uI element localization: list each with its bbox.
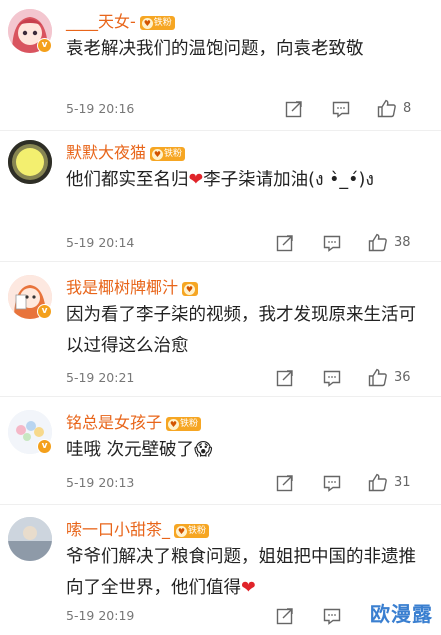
like-icon[interactable] bbox=[368, 473, 388, 492]
comment-text: 哇哦 次元壁破了😱 bbox=[66, 435, 416, 466]
username[interactable]: 嗦一口小甜茶_ ♥ 铁粉 bbox=[66, 516, 210, 540]
comment-item: v 铭总是女孩子 ♥ 铁粉 哇哦 次元壁破了😱 5-19 20:13 31 bbox=[0, 401, 441, 505]
like-count: 8 bbox=[403, 101, 412, 116]
watermark: 欧漫露 bbox=[370, 602, 433, 626]
share-icon[interactable] bbox=[276, 234, 294, 252]
comment-text: 爷爷们解决了粮食问题，姐姐把中国的非遗推向了全世界，他们值得❤ bbox=[66, 542, 416, 604]
fan-badge: ♥ 铁粉 bbox=[174, 524, 210, 538]
comment-item: v ____天女- ♥ 铁粉 袁老解决我们的温饱问题，向袁老致敬 5-19 20:1… bbox=[0, 0, 441, 131]
share-icon[interactable] bbox=[285, 100, 303, 118]
fan-badge-icon: ♥ bbox=[184, 284, 196, 295]
comment-time: 5-19 20:19 bbox=[66, 608, 135, 623]
comment-icon[interactable] bbox=[323, 475, 341, 492]
like-count: 38 bbox=[394, 235, 411, 250]
fan-badge-icon: ♥ bbox=[168, 419, 180, 430]
like-count: 31 bbox=[394, 475, 411, 490]
username[interactable]: ____天女- ♥ 铁粉 bbox=[66, 8, 175, 32]
fan-badge-label: 铁粉 bbox=[153, 18, 172, 28]
comment-text: 他们都实至名归❤李子柒请加油(ง •̀_•́)ง bbox=[66, 165, 416, 196]
heart-icon: ❤ bbox=[188, 170, 204, 190]
username-text[interactable]: 嗦一口小甜茶_ bbox=[66, 520, 170, 539]
verified-icon: v bbox=[37, 439, 52, 454]
like-icon[interactable] bbox=[377, 99, 397, 118]
like-icon[interactable] bbox=[368, 368, 388, 387]
fan-badge: ♥ bbox=[182, 282, 199, 296]
comment-time: 5-19 20:16 bbox=[66, 101, 135, 116]
fan-badge-label: 铁粉 bbox=[188, 526, 207, 536]
fan-badge-label: 铁粉 bbox=[164, 149, 183, 159]
heart-icon: ❤ bbox=[241, 578, 256, 598]
fan-badge-icon: ♥ bbox=[141, 18, 153, 29]
comment-text-part: 李子柒请加油(ง •̀_•́)ง bbox=[203, 170, 374, 190]
comment-item: v 我是椰树牌椰汁 ♥ 因为看了李子柒的视频，我才发现原来生活可以过得这么治愈 5… bbox=[0, 266, 441, 397]
username-text[interactable]: 我是椰树牌椰汁 bbox=[66, 278, 178, 297]
fan-badge-icon: ♥ bbox=[152, 149, 164, 160]
comment-time: 5-19 20:13 bbox=[66, 475, 135, 490]
like-count: 36 bbox=[394, 370, 411, 385]
fan-badge-icon: ♥ bbox=[176, 526, 188, 537]
verified-icon: v bbox=[37, 304, 52, 319]
verified-icon: v bbox=[37, 38, 52, 53]
username-text[interactable]: ____天女- bbox=[66, 12, 136, 31]
comment-text-part: 哇哦 次元壁破了 bbox=[66, 440, 195, 460]
comment-icon[interactable] bbox=[323, 370, 341, 387]
avatar[interactable] bbox=[8, 517, 52, 561]
share-icon[interactable] bbox=[276, 369, 294, 387]
comment-text-part: 他们都实至名归 bbox=[66, 170, 189, 190]
avatar[interactable] bbox=[8, 140, 52, 184]
comment-icon[interactable] bbox=[332, 101, 350, 118]
username[interactable]: 铭总是女孩子 ♥ 铁粉 bbox=[66, 409, 202, 433]
fan-badge: ♥ 铁粉 bbox=[150, 147, 186, 161]
username-text[interactable]: 默默大夜猫 bbox=[66, 143, 146, 162]
username[interactable]: 默默大夜猫 ♥ 铁粉 bbox=[66, 139, 186, 163]
comment-icon[interactable] bbox=[323, 608, 341, 625]
comment-time: 5-19 20:21 bbox=[66, 370, 135, 385]
comment-text: 因为看了李子柒的视频，我才发现原来生活可以过得这么治愈 bbox=[66, 305, 416, 356]
fan-badge: ♥ 铁粉 bbox=[139, 16, 175, 30]
fan-badge-label: 铁粉 bbox=[180, 419, 199, 429]
scream-emoji-icon: 😱 bbox=[194, 440, 213, 460]
like-icon[interactable] bbox=[368, 233, 388, 252]
comment-icon[interactable] bbox=[323, 235, 341, 252]
username-text[interactable]: 铭总是女孩子 bbox=[66, 413, 162, 432]
share-icon[interactable] bbox=[276, 474, 294, 492]
share-icon[interactable] bbox=[276, 607, 294, 625]
comment-item: 默默大夜猫 ♥ 铁粉 他们都实至名归❤李子柒请加油(ง •̀_•́)ง 5-19 2… bbox=[0, 131, 441, 262]
username[interactable]: 我是椰树牌椰汁 ♥ bbox=[66, 274, 199, 298]
comment-text: 袁老解决我们的温饱问题，向袁老致敬 bbox=[66, 39, 364, 59]
fan-badge: ♥ 铁粉 bbox=[166, 417, 202, 431]
comment-time: 5-19 20:14 bbox=[66, 235, 135, 250]
